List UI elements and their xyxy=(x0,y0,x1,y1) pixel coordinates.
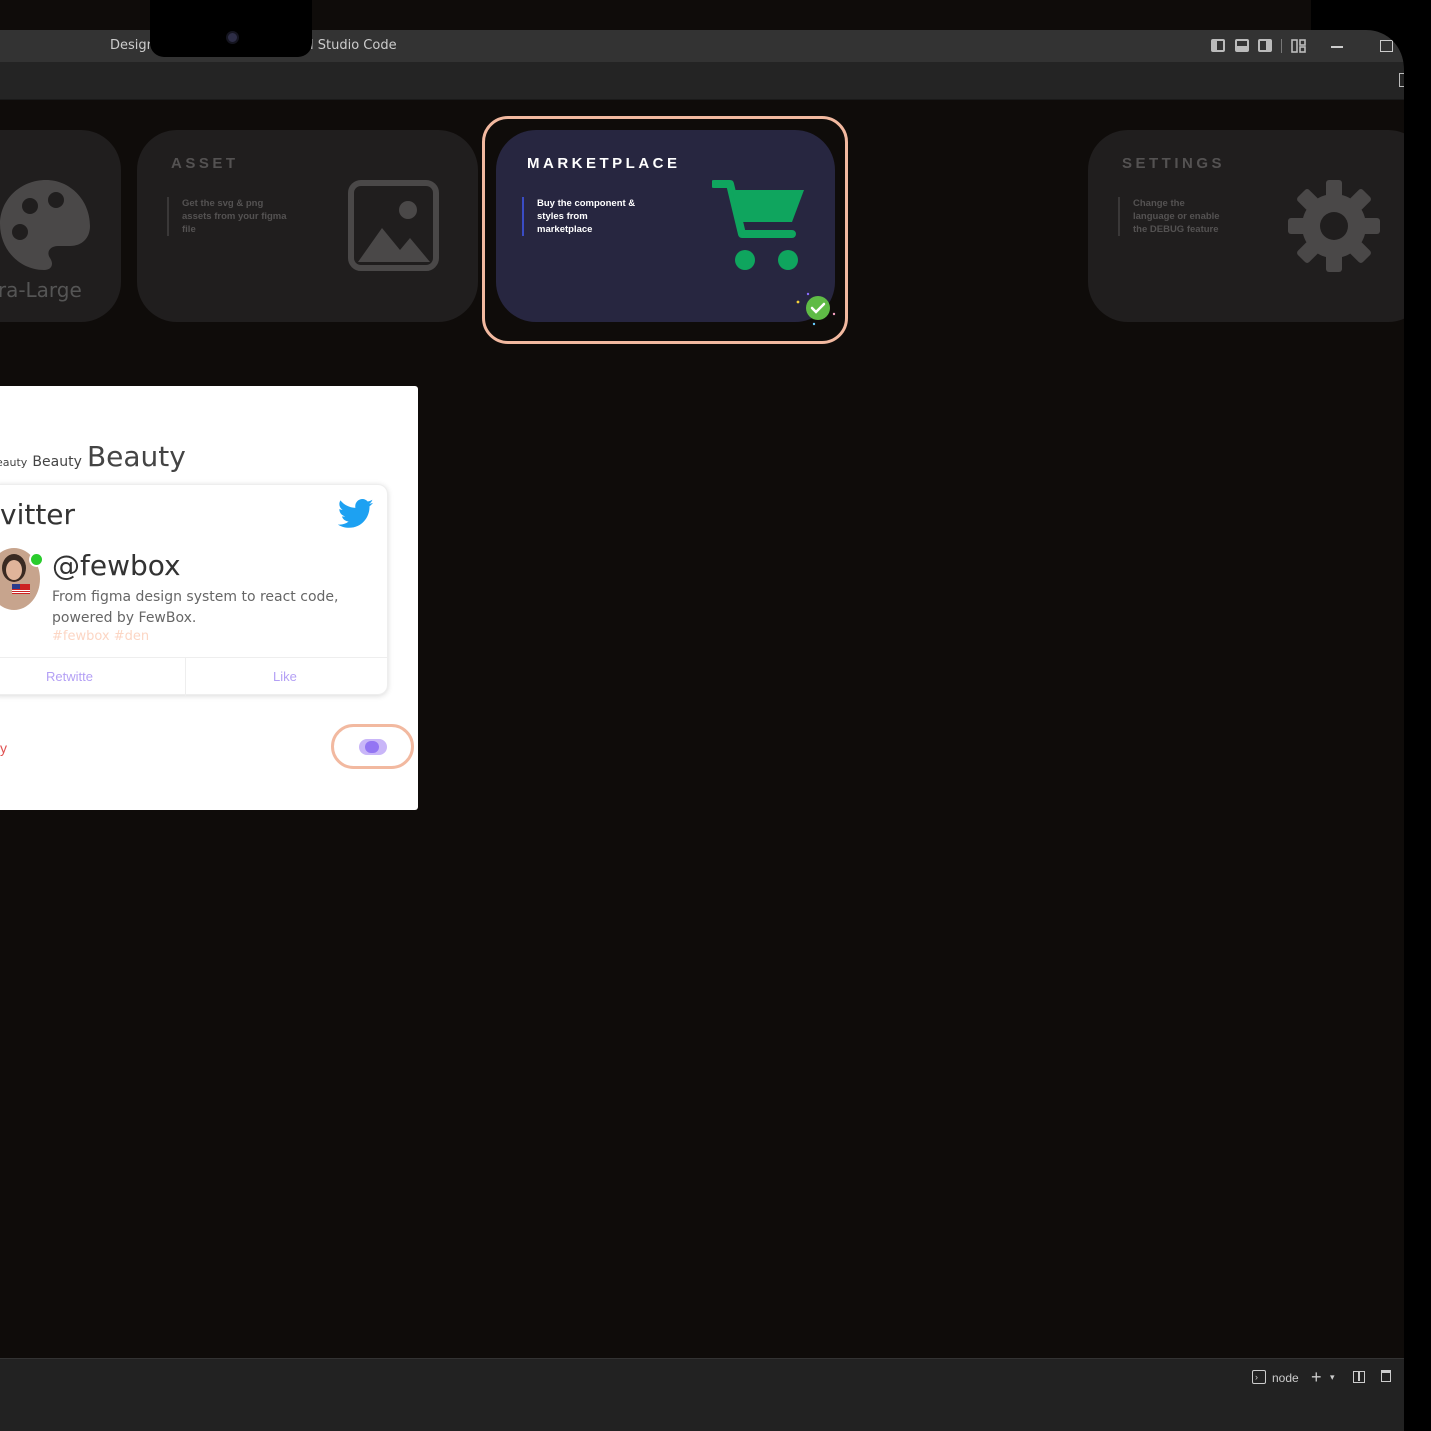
twitter-bird-icon xyxy=(338,499,374,528)
beauty-breadcrumb: eauty Beauty Beauty xyxy=(0,440,186,473)
terminal-icon[interactable]: › xyxy=(1252,1370,1266,1384)
gear-icon xyxy=(1288,180,1380,272)
toggle-secondary-sidebar-icon[interactable] xyxy=(1258,39,1272,52)
chevron-down-icon[interactable]: ▾ xyxy=(1330,1372,1335,1383)
card-settings-title: SETTINGS xyxy=(1122,155,1226,172)
terminal-label[interactable]: node xyxy=(1272,1371,1299,1385)
card-extra-large-label: tra-Large xyxy=(0,278,82,302)
customize-layout-icon[interactable] xyxy=(1291,39,1307,53)
trash-icon[interactable] xyxy=(1381,1370,1391,1382)
window-title-left: Design xyxy=(110,38,155,53)
card-asset-desc: Get the svg & png assets from your figma… xyxy=(167,197,287,236)
image-icon xyxy=(348,180,439,271)
breadcrumb-small: eauty xyxy=(0,456,28,469)
camera-icon xyxy=(226,31,239,44)
twitter-card-title: vitter xyxy=(0,498,76,531)
tweet-hashtags[interactable]: #fewbox #den xyxy=(52,629,149,644)
like-button[interactable]: Like xyxy=(273,669,297,684)
screen: Design l Studio Code tra-Large xyxy=(0,0,1404,1431)
tweet-actions: Retwitte Like xyxy=(0,657,388,696)
new-terminal-icon[interactable]: + xyxy=(1311,1368,1322,1386)
online-status-dot xyxy=(29,552,44,567)
breadcrumb-medium: Beauty xyxy=(32,454,82,470)
retweet-button[interactable]: Retwitte xyxy=(46,669,93,684)
titlebar-divider xyxy=(1281,39,1282,53)
toggle-knob[interactable] xyxy=(365,741,379,753)
breadcrumb-large: Beauty xyxy=(86,440,186,473)
palette-icon xyxy=(0,180,90,270)
split-terminal-icon[interactable] xyxy=(1353,1371,1365,1383)
twitter-handle: @fewbox xyxy=(52,549,181,582)
card-settings[interactable]: SETTINGS Change the language or enable t… xyxy=(1088,130,1404,322)
tweet-text: From figma design system to react code, … xyxy=(52,589,339,626)
toggle-primary-sidebar-icon[interactable] xyxy=(1211,39,1225,52)
toggle-panel-icon[interactable] xyxy=(1235,39,1249,52)
camera-notch xyxy=(150,0,312,57)
device-frame-corner xyxy=(1311,0,1431,120)
marketplace-selection-outline xyxy=(482,116,848,344)
us-flag-icon xyxy=(12,584,30,594)
card-asset[interactable]: ASSET Get the svg & png assets from your… xyxy=(137,130,478,322)
actions-divider xyxy=(185,658,186,696)
editor-toolbar xyxy=(0,62,1404,100)
red-label: y xyxy=(0,740,7,756)
terminal-bar xyxy=(0,1358,1404,1431)
card-asset-title: ASSET xyxy=(171,155,239,172)
window-title-right: l Studio Code xyxy=(310,38,397,53)
card-settings-desc: Change the language or enable the DEBUG … xyxy=(1118,197,1225,236)
